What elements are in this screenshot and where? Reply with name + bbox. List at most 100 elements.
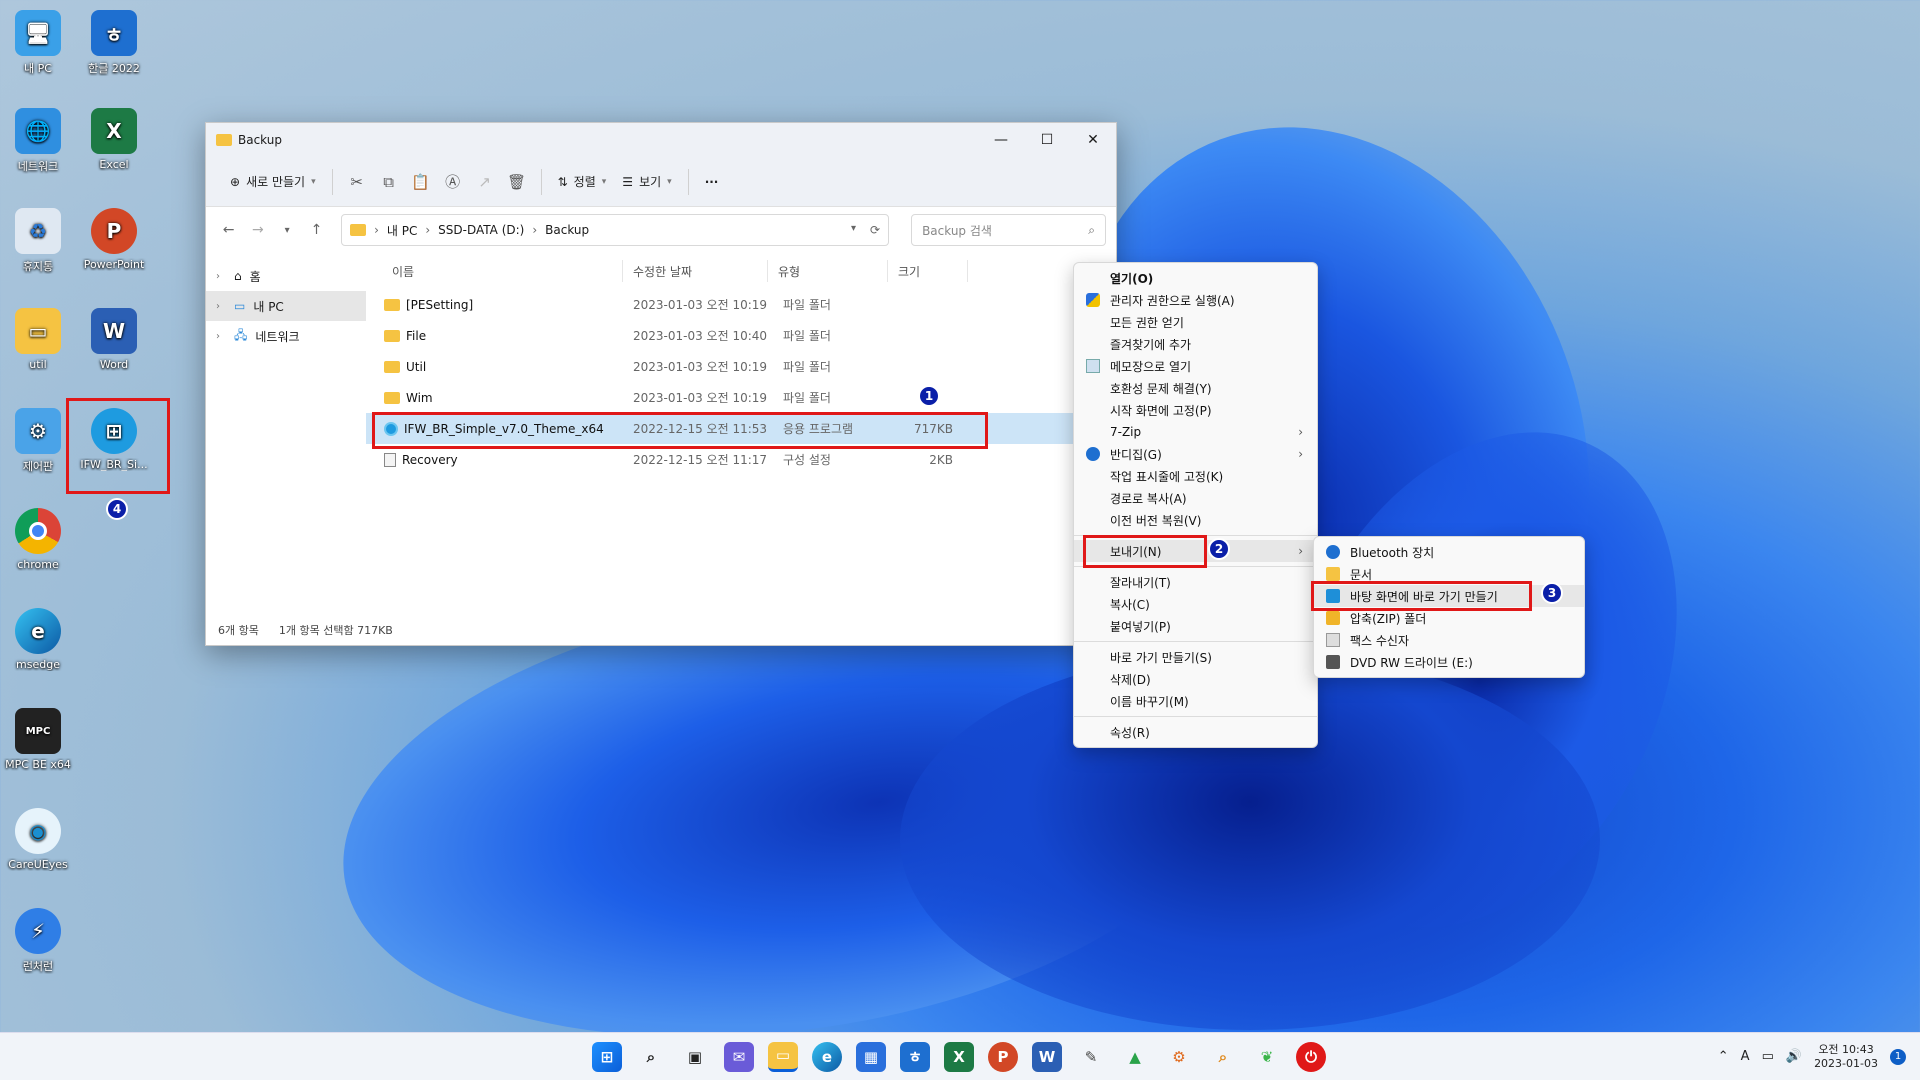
menu-item-compatibility[interactable]: 호환성 문제 해결(Y) <box>1074 377 1317 399</box>
breadcrumb-backup[interactable]: Backup <box>545 223 589 237</box>
power-icon[interactable]: ⏻ <box>1296 1041 1326 1072</box>
new-button[interactable]: ⊕ 새로 만들기 ▾ <box>222 167 324 196</box>
breadcrumb-my-pc[interactable]: 내 PC <box>387 222 417 239</box>
desktop-icon-word[interactable]: W Word <box>76 308 152 371</box>
desktop-icon-careueyes[interactable]: ◉ CareUEyes <box>0 808 76 871</box>
desktop-icon-hangul[interactable]: ㅎ 한글 2022 <box>76 10 152 76</box>
desktop-icon-powerpoint[interactable]: P PowerPoint <box>76 208 152 271</box>
history-chevron-icon[interactable]: ▾ <box>851 223 856 237</box>
address-bar[interactable]: › 내 PC › SSD-DATA (D:) › Backup ▾ ⟳ <box>341 214 890 246</box>
rename-icon[interactable]: Ⓐ <box>437 166 469 198</box>
title-bar[interactable]: Backup — ☐ ✕ <box>206 123 1116 157</box>
file-row[interactable]: Wim 2023-01-03 오전 10:19 파일 폴더 <box>366 382 1116 413</box>
more-options-button[interactable]: ··· <box>697 169 727 195</box>
excel-icon[interactable]: X <box>944 1041 974 1072</box>
clock[interactable]: 오전 10:43 2023-01-03 <box>1814 1043 1878 1071</box>
menu-item-paste[interactable]: 붙여넣기(P) <box>1074 615 1317 637</box>
notification-badge[interactable]: 1 <box>1890 1048 1906 1065</box>
magnifier-app-icon[interactable]: ⌕ <box>1208 1042 1238 1072</box>
powerpoint-icon[interactable]: P <box>988 1041 1018 1072</box>
desktop-icon-control-panel[interactable]: ⚙ 제어판 <box>0 408 76 474</box>
paste-icon[interactable]: 📋 <box>405 166 437 198</box>
menu-item-fax[interactable]: 팩스 수신자 <box>1314 629 1584 651</box>
store-icon[interactable]: ▦ <box>856 1041 886 1072</box>
menu-item-bluetooth[interactable]: Bluetooth 장치 <box>1314 541 1584 563</box>
share-icon[interactable]: ↗ <box>469 166 501 198</box>
copy-icon[interactable]: ⧉ <box>373 166 405 198</box>
nav-item-my-pc[interactable]: › ▭ 내 PC <box>206 291 366 321</box>
column-header-name[interactable]: 이름 <box>366 260 623 282</box>
edge-icon[interactable]: e <box>812 1041 842 1072</box>
minimize-button[interactable]: — <box>978 123 1024 157</box>
menu-item-dvd-drive[interactable]: DVD RW 드라이브 (E:) <box>1314 651 1584 673</box>
file-row[interactable]: File 2023-01-03 오전 10:40 파일 폴더 <box>366 320 1116 351</box>
refresh-icon[interactable]: ⟳ <box>870 223 880 237</box>
desktop-icon-mpc-be[interactable]: MPC MPC BE x64 <box>0 708 76 771</box>
hangul-icon[interactable]: ㅎ <box>900 1041 930 1072</box>
menu-item-pin-start[interactable]: 시작 화면에 고정(P) <box>1074 399 1317 421</box>
desktop-icon-edge[interactable]: e msedge <box>0 608 76 671</box>
close-button[interactable]: ✕ <box>1070 123 1116 157</box>
menu-item-bandizip[interactable]: 반디집(G) › <box>1074 443 1317 465</box>
cut-icon[interactable]: ✂ <box>341 166 373 198</box>
menu-item-delete[interactable]: 삭제(D) <box>1074 668 1317 690</box>
file-row[interactable]: Util 2023-01-03 오전 10:19 파일 폴더 <box>366 351 1116 382</box>
back-arrow-icon[interactable]: ← <box>216 217 241 243</box>
view-button-label: 보기 <box>639 175 662 189</box>
desktop-icon-excel[interactable]: X Excel <box>76 108 152 171</box>
breadcrumb-chevron-icon: › <box>374 223 379 237</box>
chevron-up-icon[interactable]: ⌃ <box>1718 1049 1729 1064</box>
maximize-button[interactable]: ☐ <box>1024 123 1070 157</box>
sort-button[interactable]: ⇅ 정렬 ▾ <box>550 167 615 196</box>
view-button[interactable]: ☰ 보기 ▾ <box>614 167 679 196</box>
menu-item-label: 속성(R) <box>1110 725 1150 740</box>
menu-item-create-shortcut[interactable]: 바로 가기 만들기(S) <box>1074 646 1317 668</box>
network-icon[interactable]: ▭ <box>1762 1049 1774 1064</box>
triangle-app-icon[interactable]: ▲ <box>1120 1042 1150 1072</box>
menu-divider <box>1074 641 1317 642</box>
menu-item-7zip[interactable]: 7-Zip › <box>1074 421 1317 443</box>
menu-item-copy[interactable]: 복사(C) <box>1074 593 1317 615</box>
column-header-date[interactable]: 수정한 날짜 <box>623 260 768 282</box>
breadcrumb-drive[interactable]: SSD-DATA (D:) <box>438 223 524 237</box>
desktop-icon-launcher[interactable]: ⚡ 런처런 <box>0 908 76 974</box>
menu-item-properties[interactable]: 속성(R) <box>1074 721 1317 743</box>
menu-item-add-favorites[interactable]: 즐겨찾기에 추가 <box>1074 333 1317 355</box>
file-row[interactable]: [PESetting] 2023-01-03 오전 10:19 파일 폴더 <box>366 289 1116 320</box>
menu-item-take-ownership[interactable]: 모든 권한 얻기 <box>1074 311 1317 333</box>
menu-item-cut[interactable]: 잘라내기(T) <box>1074 571 1317 593</box>
desktop-icon-util[interactable]: ▭ util <box>0 308 76 371</box>
task-view-icon[interactable]: ▣ <box>680 1042 710 1072</box>
up-arrow-icon[interactable]: ↑ <box>304 217 329 243</box>
leaf-app-icon[interactable]: ❦ <box>1252 1042 1282 1072</box>
search-icon[interactable]: ⌕ <box>636 1042 666 1072</box>
recent-chevron-icon[interactable]: ▾ <box>275 217 300 243</box>
start-button[interactable]: ⊞ <box>592 1041 622 1072</box>
gear-icon[interactable]: ⚙ <box>1164 1042 1194 1072</box>
word-icon[interactable]: W <box>1032 1041 1062 1072</box>
nav-item-network[interactable]: › 🖧 네트워크 <box>206 321 366 351</box>
delete-icon[interactable]: 🗑 <box>501 166 533 198</box>
menu-item-restore-previous[interactable]: 이전 버전 복원(V) <box>1074 509 1317 531</box>
menu-item-open[interactable]: 열기(O) <box>1074 267 1317 289</box>
desktop-icon-chrome[interactable]: chrome <box>0 508 76 571</box>
chat-icon[interactable]: ✉ <box>724 1041 754 1072</box>
menu-item-label: 삭제(D) <box>1110 672 1151 687</box>
menu-item-run-as-admin[interactable]: 관리자 권한으로 실행(A) <box>1074 289 1317 311</box>
volume-icon[interactable]: 🔊 <box>1786 1049 1802 1064</box>
column-header-size[interactable]: 크기 <box>888 260 968 282</box>
desktop-icon-network[interactable]: 🌐 네트워크 <box>0 108 76 174</box>
menu-item-open-notepad[interactable]: 메모장으로 열기 <box>1074 355 1317 377</box>
menu-item-copy-path[interactable]: 경로로 복사(A) <box>1074 487 1317 509</box>
nav-item-home[interactable]: › ⌂ 홈 <box>206 261 366 291</box>
pencil-tool-icon[interactable]: ✎ <box>1076 1042 1106 1072</box>
desktop-icon-recycle-bin[interactable]: ♻ 휴지통 <box>0 208 76 274</box>
menu-item-pin-taskbar[interactable]: 작업 표시줄에 고정(K) <box>1074 465 1317 487</box>
menu-item-rename[interactable]: 이름 바꾸기(M) <box>1074 690 1317 712</box>
forward-arrow-icon[interactable]: → <box>245 217 270 243</box>
file-explorer-icon[interactable]: ▭ <box>768 1041 798 1072</box>
column-header-type[interactable]: 유형 <box>768 260 888 282</box>
desktop-icon-my-pc[interactable]: 🖥 내 PC <box>0 10 76 76</box>
ime-indicator[interactable]: A <box>1741 1049 1750 1064</box>
search-input[interactable]: Backup 검색 ⌕ <box>911 214 1107 246</box>
